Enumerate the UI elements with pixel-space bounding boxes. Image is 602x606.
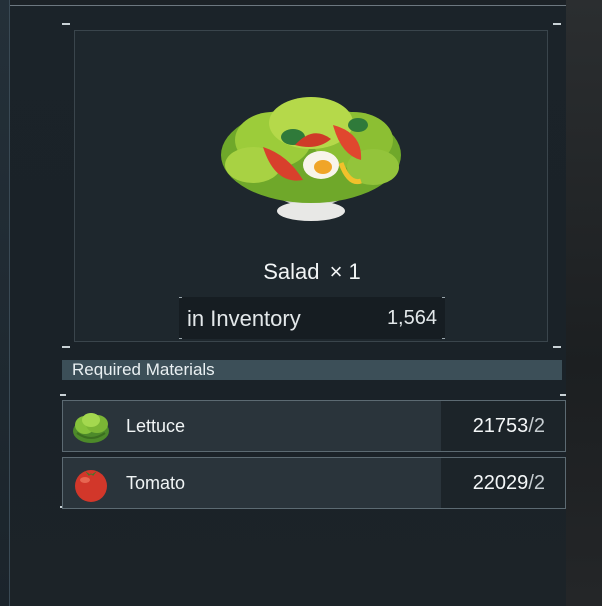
material-name: Tomato	[126, 473, 186, 493]
required-count: 2	[533, 415, 545, 437]
material-count: 22029/2	[473, 472, 545, 495]
material-row-tomato[interactable]: Tomato 22029/2	[62, 457, 566, 509]
required-count: 2	[533, 472, 545, 494]
corner-tick	[62, 346, 70, 348]
corner-tick	[553, 346, 561, 348]
corner-mark	[442, 297, 445, 298]
corner-tick	[560, 394, 566, 396]
item-title: Salad × 1	[75, 259, 549, 285]
item-multiplier: × 1	[329, 259, 361, 284]
corner-mark	[442, 338, 445, 339]
item-preview-card: Salad × 1 in Inventory 1,564	[74, 30, 548, 342]
corner-tick	[62, 23, 70, 25]
material-row-lettuce[interactable]: Lettuce 21753/2	[62, 400, 566, 452]
required-materials-title: Required Materials	[72, 360, 215, 379]
corner-tick	[553, 23, 561, 25]
background-right-panel	[566, 0, 602, 606]
material-count: 21753/2	[473, 415, 545, 438]
material-count-box: 21753/2	[441, 401, 565, 451]
owned-count: 22029	[472, 472, 529, 494]
corner-tick	[60, 394, 66, 396]
corner-mark	[179, 338, 182, 339]
tomato-icon	[71, 464, 111, 504]
salad-bowl-icon	[213, 85, 409, 235]
item-name: Salad	[263, 259, 320, 284]
material-name: Lettuce	[126, 416, 186, 436]
background-left-panel	[0, 0, 10, 606]
corner-mark	[179, 297, 182, 298]
inventory-box: in Inventory 1,564	[179, 297, 445, 339]
inventory-label: in Inventory	[187, 306, 301, 331]
lettuce-icon	[71, 407, 111, 447]
required-materials-header: Required Materials	[62, 360, 562, 380]
inventory-count: 1,564	[386, 307, 437, 329]
owned-count: 21753	[472, 415, 529, 437]
material-count-box: 22029/2	[441, 458, 565, 508]
